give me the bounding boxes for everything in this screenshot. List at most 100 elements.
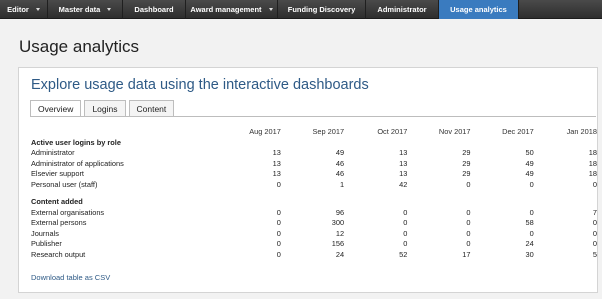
table-cell: 30 (525, 249, 534, 259)
nav-item-administrator[interactable]: Administrator (366, 0, 439, 19)
top-navigation: Editor Master data Dashboard Award manageme… (0, 0, 602, 19)
chevron-down-icon[interactable] (107, 8, 112, 11)
column-header: Jan 2018 (566, 127, 597, 136)
column-header: Nov 2017 (438, 127, 471, 136)
table-row: External persons 0 300 0 0 58 0 (31, 218, 597, 229)
column-header: Dec 2017 (502, 127, 534, 136)
table-cell: 13 (399, 148, 408, 157)
table-row: Journals 0 12 0 0 0 0 (31, 229, 597, 240)
table-cell: 13 (399, 158, 408, 168)
usage-table: Aug 2017 Sep 2017 Oct 2017 Nov 2017 Dec 2017… (31, 127, 597, 260)
table-cell: 0 (276, 249, 281, 259)
row-label: Journals (31, 228, 59, 238)
table-cell: 0 (529, 207, 534, 217)
section-title: Active user logins by role (31, 137, 121, 147)
table-cell: 0 (403, 218, 408, 227)
table-header-row: Aug 2017 Sep 2017 Oct 2017 Nov 2017 Dec 2017… (31, 127, 597, 138)
table-cell: 24 (525, 239, 534, 248)
nav-item-dashboard[interactable]: Dashboard (123, 0, 186, 19)
table-row: Administrator of applications 13 46 13 29 49 1… (31, 159, 597, 170)
table-cell: 49 (525, 158, 534, 168)
row-label: External persons (31, 218, 87, 227)
table-cell: 5 (592, 249, 597, 259)
nav-item-label: Master data (58, 5, 101, 14)
table-cell: 29 (462, 169, 471, 178)
column-header: Sep 2017 (312, 127, 345, 136)
table-cell: 0 (466, 179, 471, 189)
table-cell: 24 (335, 249, 345, 259)
usage-table-container: Aug 2017 Sep 2017 Oct 2017 Nov 2017 Dec 2017… (31, 127, 597, 260)
table-cell: 300 (331, 218, 345, 227)
nav-item-label: Editor (7, 5, 29, 14)
table-cell: 13 (272, 169, 281, 178)
row-label: Administrator of applications (31, 158, 124, 168)
row-label: Publisher (31, 239, 62, 248)
table-cell: 46 (335, 169, 345, 178)
row-label: Administrator (31, 148, 75, 157)
nav-item-label: Administrator (377, 5, 427, 14)
table-row: Research output 0 24 52 17 30 5 (31, 250, 597, 261)
chevron-down-icon[interactable] (268, 8, 273, 11)
table-cell: 12 (335, 228, 345, 238)
table-cell: 58 (525, 218, 534, 227)
chevron-down-icon[interactable] (35, 8, 40, 11)
dashboard-card: Explore usage data using the interactive… (18, 67, 598, 293)
nav-item-label: Usage analytics (450, 5, 507, 14)
table-cell: 0 (529, 179, 534, 189)
tab-logins[interactable]: Logins (84, 100, 126, 117)
table-cell: 18 (588, 169, 597, 178)
column-header: Oct 2017 (377, 127, 408, 136)
table-cell: 13 (399, 169, 408, 178)
section-spacer (31, 190, 597, 197)
table-cell: 1 (339, 179, 345, 189)
table-cell: 0 (466, 228, 471, 238)
nav-item-award-management[interactable]: Award management (186, 0, 278, 19)
tab-overview[interactable]: Overview (30, 100, 82, 117)
nav-item-master-data[interactable]: Master data (48, 0, 123, 19)
nav-item-usage-analytics[interactable]: Usage analytics (439, 0, 519, 19)
section-title: Content added (31, 197, 83, 206)
table-cell: 0 (276, 218, 281, 227)
table-cell: 7 (592, 207, 597, 217)
row-label: Research output (31, 249, 86, 259)
row-label: Elsevier support (31, 169, 84, 178)
table-cell: 29 (462, 148, 471, 157)
section-header-row: Content added (31, 197, 597, 208)
table-row: Administrator 13 49 13 29 50 18 (31, 148, 597, 159)
table-cell: 0 (403, 207, 408, 217)
row-label: Personal user (staff) (31, 179, 98, 189)
table-cell: 0 (529, 228, 534, 238)
table-cell: 0 (276, 207, 281, 217)
nav-item-label: Award management (190, 5, 262, 14)
table-cell: 42 (399, 179, 408, 189)
table-cell: 0 (592, 228, 597, 238)
table-cell: 52 (399, 249, 408, 259)
table-cell: 0 (592, 218, 597, 227)
table-cell: 0 (592, 179, 597, 189)
table-cell: 0 (592, 239, 597, 248)
table-cell: 0 (403, 239, 408, 248)
table-cell: 49 (335, 148, 345, 157)
page-title: Usage analytics (19, 37, 140, 56)
nav-item-label: Dashboard (134, 5, 174, 14)
table-cell: 18 (588, 158, 597, 168)
table-cell: 96 (335, 207, 345, 217)
table-header-empty (31, 127, 218, 138)
tab-content[interactable]: Content (128, 100, 175, 117)
table-cell: 0 (403, 228, 408, 238)
table-row: External organisations 0 96 0 0 0 7 (31, 208, 597, 219)
table-cell: 0 (276, 179, 281, 189)
table-cell: 0 (466, 239, 471, 248)
table-cell: 29 (462, 158, 471, 168)
nav-item-editor[interactable]: Editor (0, 0, 48, 19)
section-header-row: Active user logins by role (31, 138, 597, 149)
download-csv-link[interactable]: Download table as CSV (31, 273, 110, 282)
table-cell: 50 (525, 148, 534, 157)
tab-bar: Overview Logins Content (30, 100, 175, 117)
nav-item-funding-discovery[interactable]: Funding Discovery (278, 0, 366, 19)
table-cell: 0 (276, 239, 281, 248)
table-cell: 17 (462, 249, 471, 259)
card-heading: Explore usage data using the interactive… (31, 77, 369, 93)
table-cell: 0 (466, 207, 471, 217)
table-row: Publisher 0 156 0 0 24 0 (31, 239, 597, 250)
